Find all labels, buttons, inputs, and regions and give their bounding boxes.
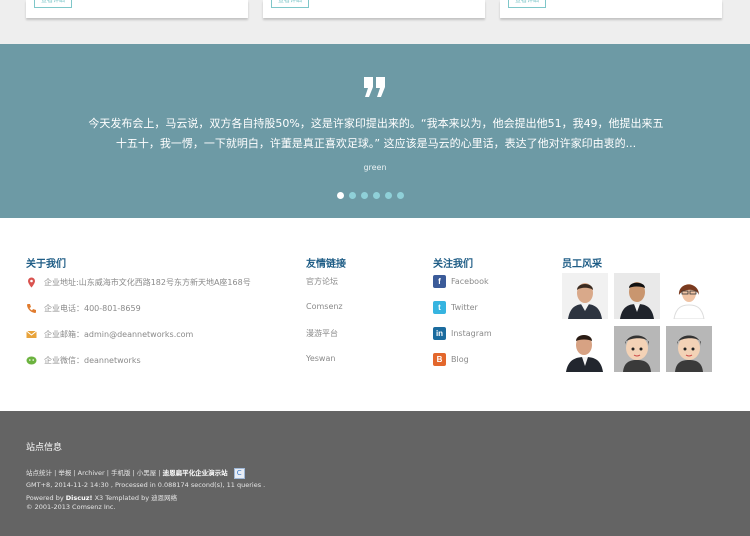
staff-photo-4[interactable] [562,326,608,372]
staff-photo-6[interactable] [666,326,712,372]
powered-prefix: Powered by [26,494,64,502]
envelope-icon [26,329,37,340]
discuz-link[interactable]: Discuz! [66,494,93,502]
phone-icon [26,303,37,314]
quote-icon [364,77,385,97]
friend-link-1[interactable]: 官方论坛 [306,276,338,287]
about-title: 关于我们 [26,259,66,270]
location-pin-icon [26,277,37,288]
twitter-label: Twitter [451,302,478,312]
product-card-2: 查看详细 [263,0,485,18]
phone-row: 企业电话：400-801-8659 [26,301,141,315]
footer-nav-links: 站点统计 | 举报 | Archiver | 手机版 | 小黑屋 | 迪恩扁平化… [26,467,245,479]
carousel-dot[interactable] [361,192,368,199]
testimonial-author: green [363,163,387,172]
blog-link[interactable]: B Blog [433,352,469,366]
address-text: 企业地址:山东威海市文化西路182号东方新天地A座168号 [44,277,251,287]
carousel-dot[interactable] [337,192,344,199]
instagram-label: Instagram [451,328,492,338]
email-text: 企业邮箱：admin@deannetworks.com [44,329,194,339]
friend-link-4[interactable]: Yeswan [306,354,335,363]
staff-photo-3[interactable] [666,273,712,319]
email-row: 企业邮箱：admin@deannetworks.com [26,327,193,341]
site-info-title: 站点信息 [26,443,63,453]
staff-photo-5[interactable] [614,326,660,372]
footer-nav-text[interactable]: 站点统计 | 举报 | Archiver | 手机版 | 小黑屋 | [26,469,161,477]
linkedin-icon: in [433,326,446,340]
staff-photo-2[interactable] [614,273,660,319]
carousel-dot[interactable] [349,192,356,199]
twitter-icon: t [433,300,446,314]
carousel-dot[interactable] [385,192,392,199]
staff-title: 员工风采 [562,259,602,270]
wechat-row: 企业微信：deannetworks [26,353,141,367]
powered-by: Powered by Discuz! X3 Templated by 迪恩网络 [26,492,177,502]
friend-link-2[interactable]: Comsenz [306,302,343,311]
facebook-icon: f [433,274,446,288]
twitter-link[interactable]: t Twitter [433,300,478,314]
phone-text: 企业电话：400-801-8659 [44,303,141,313]
facebook-label: Facebook [451,276,489,286]
powered-suffix: X3 Templated by 迪恩网络 [94,494,178,502]
instagram-link[interactable]: in Instagram [433,326,492,340]
product-cards-strip: 查看详细 查看详细 查看详细 [0,0,750,44]
copyright: © 2001-2013 Comsenz Inc. [26,503,116,511]
product-card-1: 查看详细 [26,0,248,18]
testimonial-line-2: 十五十，我一愣，一下就明白，许董是真正喜欢足球。” 这应该是马云的心里话，表达了… [115,137,637,150]
processed-time: GMT+8, 2014-11-2 14:30 , Processed in 0.… [26,481,266,489]
carousel-dot[interactable] [373,192,380,199]
carousel-dots [337,192,404,200]
links-title: 友情链接 [306,259,346,270]
carousel-dot[interactable] [397,192,404,199]
testimonial-text: 今天发布会上，马云说，双方各自持股50%，这是许家印提出来的。“我本来以为，他会… [80,114,672,154]
friend-link-3[interactable]: 漫游平台 [306,328,338,339]
facebook-link[interactable]: f Facebook [433,274,489,288]
site-badge-icon[interactable]: C [233,467,245,479]
address-row: 企业地址:山东威海市文化西路182号东方新天地A座168号 [26,275,251,289]
view-details-button[interactable]: 查看详细 [508,0,546,8]
wechat-icon [26,355,37,366]
blog-label: Blog [451,354,469,364]
staff-photo-1[interactable] [562,273,608,319]
wechat-text: 企业微信：deannetworks [44,355,141,365]
testimonial-line-1: 今天发布会上，马云说，双方各自持股50%，这是许家印提出来的。“我本来以为，他会… [88,117,664,130]
view-details-button[interactable]: 查看详细 [34,0,72,8]
view-details-button[interactable]: 查看详细 [271,0,309,8]
site-name-link[interactable]: 迪恩扁平化企业演示站 [163,469,228,477]
follow-title: 关注我们 [433,259,473,270]
blogger-icon: B [433,352,446,366]
product-card-3: 查看详细 [500,0,722,18]
